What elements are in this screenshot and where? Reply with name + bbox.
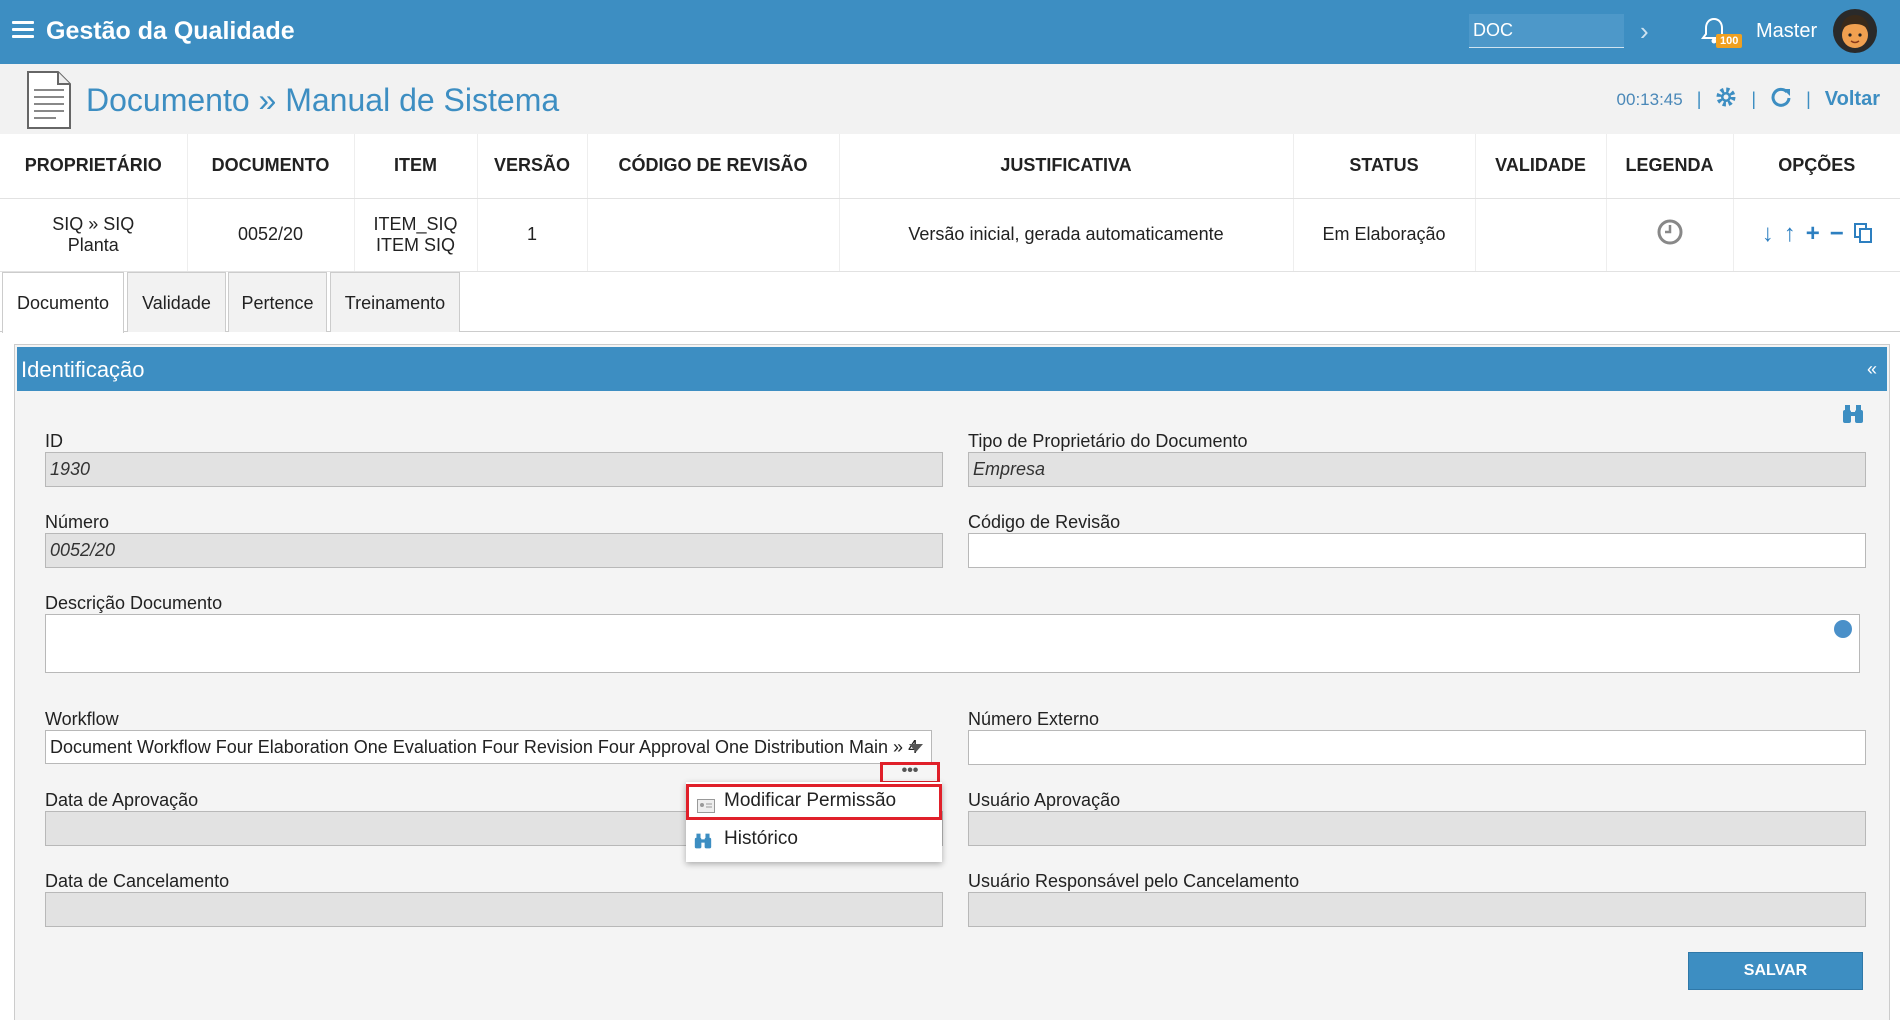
usuario-aprovacao-label: Usuário Aprovação bbox=[968, 790, 1121, 810]
tab-validade[interactable]: Validade bbox=[127, 272, 226, 332]
refresh-icon[interactable] bbox=[1770, 86, 1792, 113]
numero-label: Número bbox=[45, 512, 110, 532]
avatar[interactable] bbox=[1833, 9, 1877, 53]
top-bar: Gestão da Qualidade DOC › 100 Master bbox=[0, 0, 1900, 64]
column-header: CÓDIGO DE REVISÃO bbox=[587, 134, 840, 199]
collapse-icon[interactable]: « bbox=[1867, 359, 1877, 380]
descricao-label: Descrição Documento bbox=[45, 593, 223, 613]
workflow-value: Document Workflow Four Elaboration One E… bbox=[50, 737, 919, 757]
cell-text: SIQ » SIQ bbox=[52, 213, 135, 234]
arrow-down-icon[interactable]: ↓ bbox=[1762, 222, 1774, 246]
binoculars-icon bbox=[694, 832, 712, 856]
column-header: PROPRIETÁRIO bbox=[0, 134, 188, 199]
menu-item-label: Modificar Permissão bbox=[724, 790, 897, 811]
column-header: DOCUMENTO bbox=[187, 134, 355, 199]
cell-justificativa: Versão inicial, gerada automaticamente bbox=[839, 198, 1294, 272]
menu-item-historico[interactable]: Histórico bbox=[686, 822, 942, 858]
separator: | bbox=[1696, 89, 1702, 109]
document-icon bbox=[26, 70, 72, 135]
column-header: VERSÃO bbox=[477, 134, 588, 199]
user-name[interactable]: Master bbox=[1756, 20, 1817, 43]
tab-documento[interactable]: Documento bbox=[2, 272, 124, 333]
chevron-down-icon bbox=[909, 744, 923, 752]
tipo-proprietario-label: Tipo de Proprietário do Documento bbox=[968, 431, 1248, 451]
id-card-icon bbox=[697, 797, 715, 819]
cell-documento: 0052/20 bbox=[187, 198, 355, 272]
workflow-select[interactable]: Document Workflow Four Elaboration One E… bbox=[45, 730, 932, 764]
cell-text: Planta bbox=[67, 234, 119, 255]
arrow-up-icon[interactable]: ↑ bbox=[1784, 222, 1796, 246]
table-header-row: PROPRIETÁRIO DOCUMENTO ITEM VERSÃO CÓDIG… bbox=[0, 134, 1900, 199]
cell-validade bbox=[1475, 198, 1607, 272]
document-table: PROPRIETÁRIO DOCUMENTO ITEM VERSÃO CÓDIG… bbox=[0, 134, 1900, 272]
page-title: Documento » Manual de Sistema bbox=[86, 82, 560, 118]
search-input[interactable]: DOC bbox=[1469, 14, 1624, 48]
menu-item-label: Histórico bbox=[724, 828, 798, 849]
cell-text: ITEM_SIQ bbox=[373, 213, 458, 234]
cell-opcoes: ↓ ↑ + − bbox=[1733, 198, 1900, 272]
more-options-button[interactable]: ••• bbox=[880, 762, 940, 784]
panel-header: Identificação « bbox=[17, 347, 1887, 391]
data-aprovacao-label: Data de Aprovação bbox=[45, 790, 199, 810]
plus-icon[interactable]: + bbox=[1806, 222, 1820, 246]
save-button[interactable]: SALVAR bbox=[1688, 952, 1863, 990]
separator: | bbox=[1806, 89, 1811, 109]
chevron-right-icon[interactable]: › bbox=[1640, 16, 1649, 47]
usuario-cancelamento-label: Usuário Responsável pelo Cancelamento bbox=[968, 871, 1300, 891]
tab-bar: Documento Validade Pertence Treinamento bbox=[0, 272, 1900, 333]
context-menu: Modificar Permissão Histórico bbox=[686, 782, 942, 862]
cell-item: ITEM_SIQ ITEM SIQ bbox=[354, 198, 478, 272]
session-timer: 00:13:45 bbox=[1616, 89, 1683, 109]
tab-treinamento[interactable]: Treinamento bbox=[330, 272, 460, 332]
back-link[interactable]: Voltar bbox=[1825, 88, 1880, 111]
numero-field: 0052/20 bbox=[45, 533, 943, 568]
page-header: Documento » Manual de Sistema 00:13:45 |… bbox=[0, 64, 1900, 134]
menu-item-modificar-permissao[interactable]: Modificar Permissão bbox=[686, 784, 942, 820]
gear-icon[interactable] bbox=[1715, 86, 1737, 113]
separator: | bbox=[1751, 89, 1757, 109]
column-header: JUSTIFICATIVA bbox=[839, 134, 1294, 199]
cell-versao: 1 bbox=[477, 198, 588, 272]
tipo-proprietario-field: Empresa bbox=[968, 452, 1866, 487]
codigo-revisao-field[interactable] bbox=[968, 533, 1866, 568]
data-cancelamento-label: Data de Cancelamento bbox=[45, 871, 230, 891]
workflow-label: Workflow bbox=[45, 709, 119, 729]
numero-externo-field[interactable] bbox=[968, 730, 1866, 765]
cell-text: ITEM SIQ bbox=[375, 234, 455, 255]
cell-legenda bbox=[1606, 198, 1734, 272]
globe-icon[interactable] bbox=[1834, 620, 1852, 638]
panel-title: Identificação bbox=[21, 357, 145, 382]
data-cancelamento-field bbox=[45, 892, 943, 927]
column-header: VALIDADE bbox=[1475, 134, 1607, 199]
column-header: LEGENDA bbox=[1606, 134, 1734, 199]
app-title: Gestão da Qualidade bbox=[46, 17, 295, 45]
table-row: SIQ » SIQ Planta 0052/20 ITEM_SIQ ITEM SIQ… bbox=[0, 198, 1900, 272]
column-header: STATUS bbox=[1293, 134, 1476, 199]
usuario-aprovacao-field bbox=[968, 811, 1866, 846]
cell-status: Em Elaboração bbox=[1293, 198, 1476, 272]
descricao-textarea[interactable] bbox=[45, 614, 1860, 673]
column-header: ITEM bbox=[354, 134, 478, 199]
tab-pertence[interactable]: Pertence bbox=[228, 272, 327, 332]
numero-externo-label: Número Externo bbox=[968, 709, 1100, 729]
id-field: 1930 bbox=[45, 452, 943, 487]
notification-badge: 100 bbox=[1716, 34, 1743, 48]
id-label: ID bbox=[45, 431, 63, 451]
codigo-revisao-label: Código de Revisão bbox=[968, 512, 1121, 532]
cell-codigo-revisao bbox=[587, 198, 840, 272]
binoculars-icon[interactable] bbox=[1842, 404, 1864, 429]
usuario-cancelamento-field bbox=[968, 892, 1866, 927]
copy-icon[interactable] bbox=[1853, 223, 1872, 246]
minus-icon[interactable]: − bbox=[1830, 222, 1844, 246]
clock-icon bbox=[1656, 219, 1684, 250]
column-header: OPÇÕES bbox=[1733, 134, 1900, 199]
hamburger-menu-icon[interactable] bbox=[12, 21, 34, 39]
cell-proprietario: SIQ » SIQ Planta bbox=[0, 198, 188, 272]
